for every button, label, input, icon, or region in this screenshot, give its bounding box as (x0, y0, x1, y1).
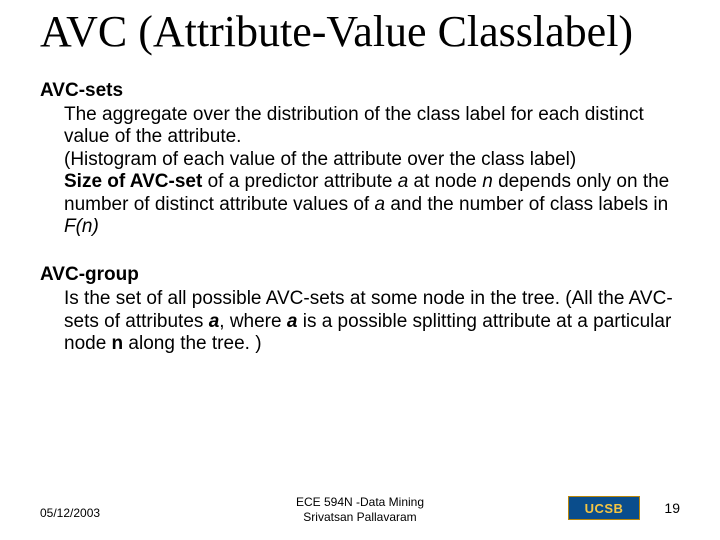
var-n-bold: n (112, 333, 124, 354)
var-a: a (398, 171, 409, 192)
text: (Histogram of each value of the attribut… (64, 149, 576, 170)
course-name: ECE 594N -Data Mining (296, 495, 424, 509)
sizeof-label: Size of AVC-set (64, 171, 202, 192)
text: of a predictor attribute (202, 171, 397, 192)
slide-title: AVC (Attribute-Value Classlabel) (40, 10, 680, 54)
page-number: 19 (664, 500, 680, 516)
var-fn: F(n) (64, 216, 99, 237)
avcgroup-heading: AVC-group (40, 264, 680, 286)
var-a: a (375, 194, 386, 215)
text: and the number of class labels in (385, 194, 668, 215)
var-a-bold: a (287, 311, 298, 332)
text: along the tree. ) (123, 333, 261, 354)
footer-center: ECE 594N -Data Mining Srivatsan Pallavar… (296, 495, 424, 524)
var-a-bold: a (209, 311, 220, 332)
slide-content: AVC-sets The aggregate over the distribu… (40, 80, 680, 356)
avcsets-paragraph: The aggregate over the distribution of t… (64, 104, 680, 238)
text: at node (408, 171, 482, 192)
text: , where (219, 311, 287, 332)
text: The aggregate over the distribution of t… (64, 104, 644, 147)
logo-text: UCSB (585, 501, 624, 516)
author-name: Srivatsan Pallavaram (303, 510, 416, 524)
ucsb-logo: UCSB (568, 496, 640, 520)
slide-footer: 05/12/2003 ECE 594N -Data Mining Srivats… (0, 490, 720, 530)
footer-date: 05/12/2003 (40, 506, 100, 520)
var-n: n (482, 171, 493, 192)
avcgroup-paragraph: Is the set of all possible AVC-sets at s… (64, 288, 680, 355)
avcsets-heading: AVC-sets (40, 80, 680, 102)
